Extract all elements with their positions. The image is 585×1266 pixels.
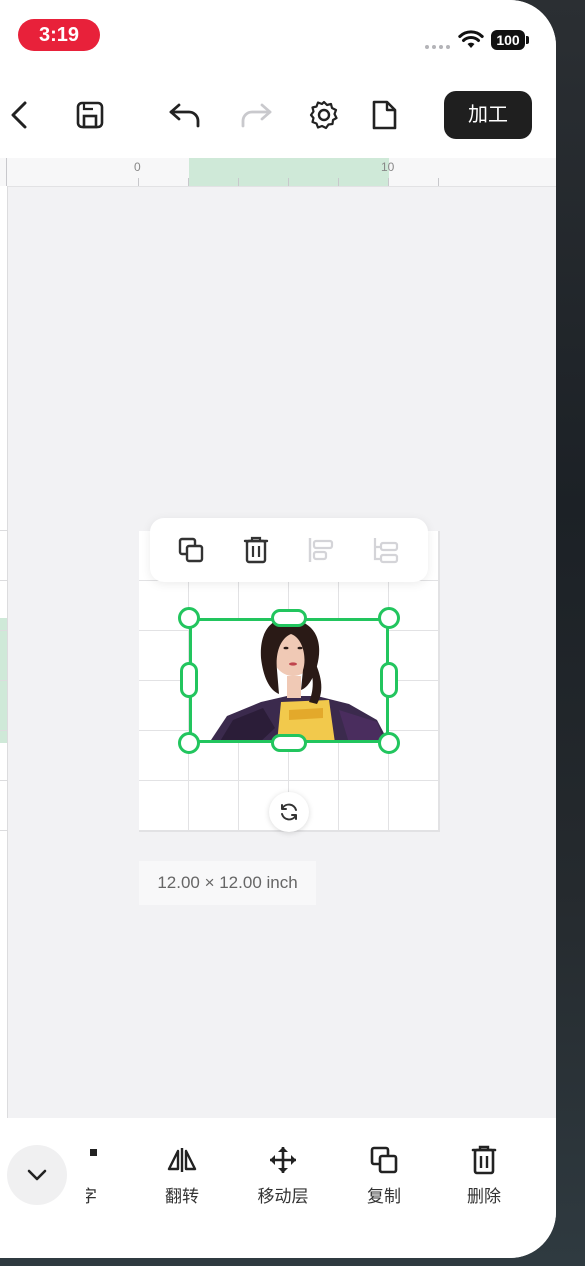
- align-left-icon[interactable]: [305, 534, 337, 566]
- text-icon: [86, 1142, 102, 1178]
- ruler-label-10: 10: [381, 160, 395, 174]
- process-button[interactable]: 加工: [444, 91, 532, 139]
- settings-gear-icon[interactable]: [306, 96, 342, 134]
- tool-move-layer[interactable]: 移动层: [243, 1142, 323, 1207]
- collapse-button[interactable]: [7, 1145, 67, 1205]
- resize-handle-bottom-right[interactable]: [378, 732, 400, 754]
- resize-handle-bottom[interactable]: [271, 734, 307, 752]
- rotate-button[interactable]: [269, 792, 309, 832]
- battery-indicator: 100: [491, 30, 529, 50]
- flip-icon: [142, 1142, 222, 1178]
- wifi-icon: [458, 30, 484, 55]
- copy-icon: [344, 1142, 424, 1178]
- selection-box[interactable]: [189, 618, 389, 743]
- document-icon[interactable]: [366, 96, 402, 134]
- resize-handle-left[interactable]: [180, 662, 198, 698]
- object-floating-toolbar: [150, 518, 428, 582]
- resize-handle-bottom-left[interactable]: [178, 732, 200, 754]
- canvas-size-label: 12.00 × 12.00 inch: [139, 861, 316, 905]
- tool-text-partial[interactable]: 字: [86, 1142, 102, 1207]
- resize-handle-top[interactable]: [271, 609, 307, 627]
- tool-move-layer-label: 移动层: [257, 1187, 309, 1206]
- tool-flip-label: 翻转: [165, 1187, 199, 1206]
- tool-flip[interactable]: 翻转: [142, 1142, 222, 1207]
- rotate-icon: [281, 803, 297, 821]
- tool-text-label: 字: [86, 1187, 97, 1206]
- save-icon[interactable]: [72, 96, 108, 134]
- resize-handle-top-left[interactable]: [178, 607, 200, 629]
- resize-handle-right[interactable]: [380, 662, 398, 698]
- redo-icon[interactable]: [238, 96, 274, 134]
- resize-handle-top-right[interactable]: [378, 607, 400, 629]
- move-icon: [243, 1142, 323, 1178]
- chevron-down-icon: [27, 1169, 47, 1181]
- tool-delete[interactable]: 删除: [444, 1142, 524, 1207]
- ruler-label-0: 0: [134, 160, 141, 174]
- trash-icon: [444, 1142, 524, 1178]
- status-bar: 3:19 100: [0, 0, 556, 72]
- back-icon[interactable]: [2, 96, 38, 134]
- horizontal-ruler: 0 10: [0, 158, 556, 187]
- vertical-ruler: [0, 186, 8, 1120]
- tool-copy-label: 复制: [367, 1187, 401, 1206]
- duplicate-icon[interactable]: [175, 534, 207, 566]
- align-tree-icon[interactable]: [370, 534, 402, 566]
- app-screen: 3:19 100 加工 0 10 12.00 × 12.00 inch 字 翻转…: [0, 0, 556, 1258]
- delete-icon[interactable]: [240, 534, 272, 566]
- ruler-selection-highlight: [189, 158, 389, 186]
- undo-icon[interactable]: [167, 96, 203, 134]
- status-time: 3:19: [18, 19, 100, 51]
- tool-delete-label: 删除: [467, 1187, 501, 1206]
- cellular-signal-icon: [425, 45, 450, 49]
- tool-copy[interactable]: 复制: [344, 1142, 424, 1207]
- bottom-toolbar: 字 翻转 移动层 复制 删除: [0, 1118, 556, 1258]
- top-toolbar: 加工: [0, 72, 556, 158]
